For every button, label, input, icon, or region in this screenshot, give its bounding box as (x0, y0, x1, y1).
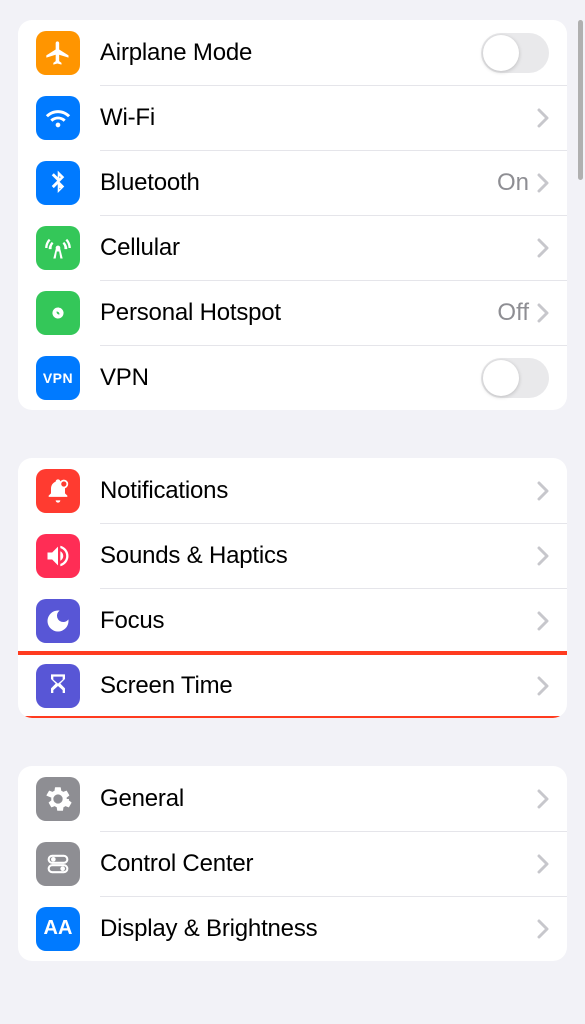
scroll-indicator[interactable] (578, 20, 583, 180)
chevron-icon (537, 173, 549, 193)
airplane-icon (36, 31, 80, 75)
row-display[interactable]: AA Display & Brightness (18, 896, 567, 961)
wifi-icon (36, 96, 80, 140)
chevron-icon (537, 611, 549, 631)
row-wifi[interactable]: Wi-Fi (18, 85, 567, 150)
chevron-icon (537, 108, 549, 128)
row-general[interactable]: General (18, 766, 567, 831)
sounds-label: Sounds & Haptics (100, 542, 537, 570)
wifi-label: Wi-Fi (100, 104, 537, 132)
switches-icon (36, 842, 80, 886)
bluetooth-label: Bluetooth (100, 169, 497, 197)
hotspot-value: Off (497, 299, 529, 327)
bell-icon (36, 469, 80, 513)
aa-icon: AA (36, 907, 80, 951)
settings-section-connectivity: Airplane Mode Wi-Fi Bluetooth On Cellula… (18, 20, 567, 410)
hotspot-icon (36, 291, 80, 335)
row-hotspot[interactable]: Personal Hotspot Off (18, 280, 567, 345)
row-controlcenter[interactable]: Control Center (18, 831, 567, 896)
bluetooth-icon (36, 161, 80, 205)
chevron-icon (537, 481, 549, 501)
chevron-icon (537, 676, 549, 696)
settings-list: Airplane Mode Wi-Fi Bluetooth On Cellula… (0, 0, 585, 961)
airplane-mode-label: Airplane Mode (100, 39, 481, 67)
chevron-icon (537, 546, 549, 566)
hourglass-icon (36, 664, 80, 708)
vpn-label: VPN (100, 364, 481, 392)
gear-icon (36, 777, 80, 821)
airplane-mode-toggle[interactable] (481, 33, 549, 73)
row-cellular[interactable]: Cellular (18, 215, 567, 280)
vpn-toggle[interactable] (481, 358, 549, 398)
screentime-label: Screen Time (100, 672, 537, 700)
controlcenter-label: Control Center (100, 850, 537, 878)
cellular-label: Cellular (100, 234, 537, 262)
row-bluetooth[interactable]: Bluetooth On (18, 150, 567, 215)
chevron-icon (537, 919, 549, 939)
chevron-icon (537, 238, 549, 258)
chevron-icon (537, 854, 549, 874)
vpn-icon: VPN (36, 356, 80, 400)
row-notifications[interactable]: Notifications (18, 458, 567, 523)
general-label: General (100, 785, 537, 813)
display-label: Display & Brightness (100, 915, 537, 943)
focus-label: Focus (100, 607, 537, 635)
row-vpn[interactable]: VPN VPN (18, 345, 567, 410)
settings-section-notifications: Notifications Sounds & Haptics Focus Scr… (18, 458, 567, 718)
row-sounds[interactable]: Sounds & Haptics (18, 523, 567, 588)
bluetooth-value: On (497, 169, 529, 197)
row-focus[interactable]: Focus (18, 588, 567, 653)
notifications-label: Notifications (100, 477, 537, 505)
row-airplane-mode[interactable]: Airplane Mode (18, 20, 567, 85)
cellular-icon (36, 226, 80, 270)
moon-icon (36, 599, 80, 643)
row-screentime[interactable]: Screen Time (18, 653, 567, 718)
speaker-icon (36, 534, 80, 578)
chevron-icon (537, 789, 549, 809)
chevron-icon (537, 303, 549, 323)
hotspot-label: Personal Hotspot (100, 299, 497, 327)
settings-section-general: General Control Center AA Display & Brig… (18, 766, 567, 961)
